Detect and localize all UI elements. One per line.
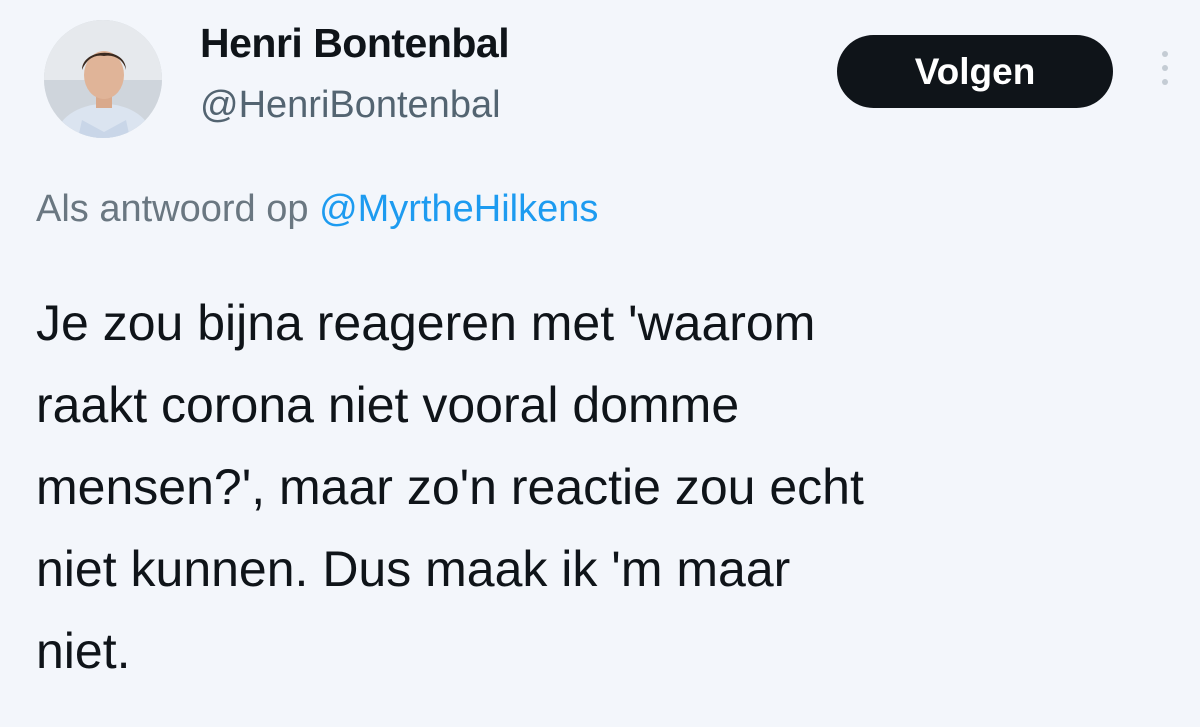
tweet-text: Je zou bijna reageren met 'waarom raakt …: [36, 282, 1156, 692]
tweet-text-line: niet.: [36, 623, 131, 679]
author-handle[interactable]: @HenriBontenbal: [200, 84, 501, 127]
follow-button[interactable]: Volgen: [837, 35, 1113, 108]
tweet-text-line: Je zou bijna reageren met 'waarom: [36, 295, 816, 351]
reply-context: Als antwoord op @MyrtheHilkens: [36, 188, 598, 231]
reply-prefix: Als antwoord op: [36, 188, 309, 230]
tweet-text-line: raakt corona niet vooral domme: [36, 377, 740, 433]
more-dot-2: [1162, 65, 1168, 71]
more-dot-1: [1162, 51, 1168, 57]
author-avatar[interactable]: [44, 20, 162, 138]
profile-photo-icon: [44, 20, 162, 138]
more-options-icon[interactable]: [1150, 38, 1180, 98]
more-dot-3: [1162, 79, 1168, 85]
tweet-text-line: mensen?', maar zo'n reactie zou echt: [36, 459, 864, 515]
author-display-name[interactable]: Henri Bontenbal: [200, 20, 510, 67]
tweet-card: Henri Bontenbal @HenriBontenbal Volgen A…: [0, 0, 1200, 727]
tweet-text-line: niet kunnen. Dus maak ik 'm maar: [36, 541, 791, 597]
reply-mention-link[interactable]: @MyrtheHilkens: [319, 188, 598, 230]
